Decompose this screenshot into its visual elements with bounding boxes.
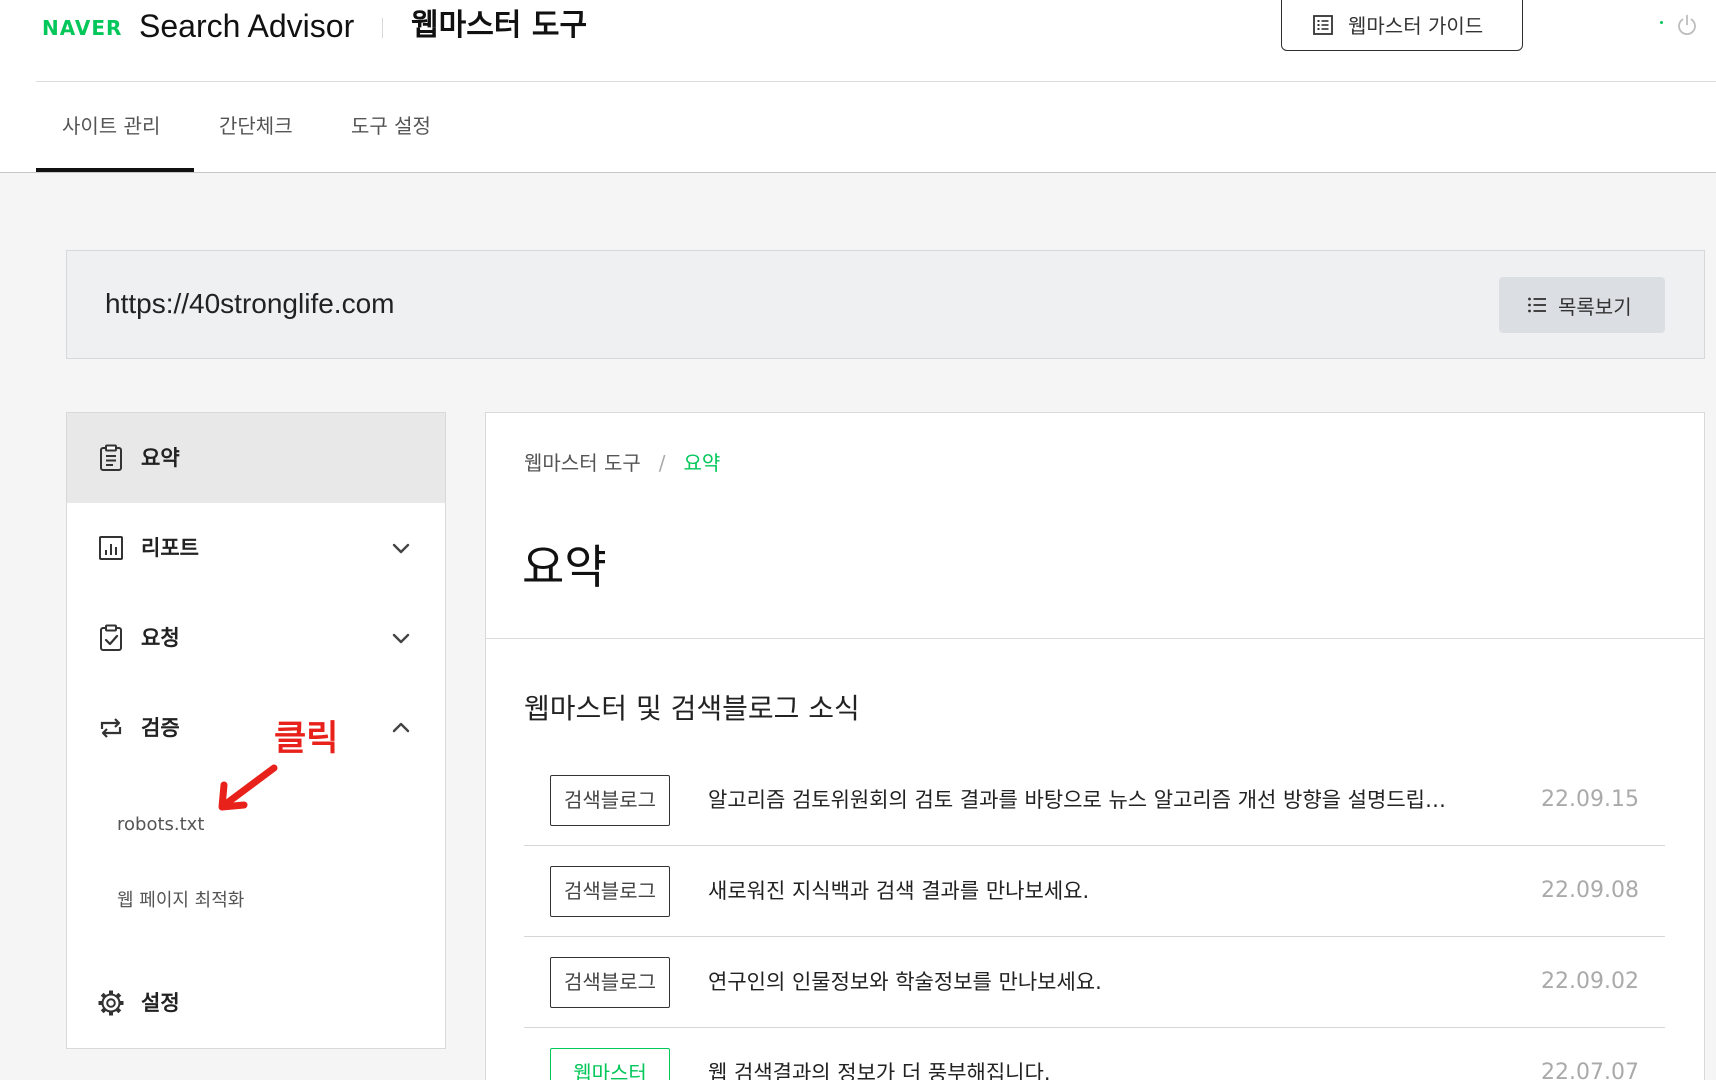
category-badge: 검색블로그 [550,957,670,1008]
sidebar-item-report[interactable]: 리포트 [67,503,445,593]
sidebar-item-request[interactable]: 요청 [67,593,445,683]
list-icon [1528,297,1546,313]
guide-book-icon [1313,14,1333,35]
site-url: https://40stronglife.com [105,288,395,319]
tab-quick-check[interactable]: 간단체크 [219,104,293,148]
sidebar-item-label: 요청 [141,626,180,650]
header-divider [382,18,383,38]
news-title[interactable]: 연구인의 인물정보와 학술정보를 만나보세요. [708,937,1508,1027]
breadcrumb-root[interactable]: 웹마스터 도구 [524,448,641,478]
category-badge: 검색블로그 [550,775,670,826]
news-title[interactable]: 웹 검색결과의 정보가 더 풍부해집니다. [708,1028,1508,1080]
chevron-up-icon[interactable] [387,714,415,742]
news-date: 22.07.07 [1541,1060,1639,1080]
tab-tool-settings[interactable]: 도구 설정 [351,104,431,148]
news-section-heading: 웹마스터 및 검색블로그 소식 [524,692,860,725]
site-url-bar: https://40stronglife.com 목록보기 [66,250,1705,359]
top-header: NAVER Search Advisor 웹마스터 도구 웹마스터 가이드 사이… [0,0,1716,172]
gear-icon [98,990,124,1016]
news-date: 22.09.02 [1541,969,1639,994]
app-title[interactable]: 웹마스터 도구 [411,6,587,46]
sidebar-subitem-robots-txt[interactable]: robots.txt [117,787,204,863]
news-date: 22.09.15 [1541,787,1639,812]
sidebar-subitem-page-optimization[interactable]: 웹 페이지 최적화 [117,863,244,939]
sidebar-item-summary[interactable]: 요약 [67,413,445,503]
tab-site-management[interactable]: 사이트 관리 [62,104,160,148]
news-row[interactable]: 웹마스터 웹 검색결과의 정보가 더 풍부해집니다. 22.07.07 [524,1028,1665,1080]
news-row[interactable]: 검색블로그 연구인의 인물정보와 학술정보를 만나보세요. 22.09.02 [524,937,1665,1028]
click-annotation-label: 클릭 [274,719,339,759]
power-icon[interactable] [1674,12,1700,38]
sidebar-item-label: 설정 [141,991,180,1015]
news-title[interactable]: 새로워진 지식백과 검색 결과를 만나보세요. [708,846,1508,936]
sidebar-item-settings[interactable]: 설정 [67,958,445,1048]
bar-chart-icon [99,536,123,560]
sidebar-item-label: 리포트 [141,536,199,560]
news-list: 검색블로그 알고리즘 검토위원회의 검토 결과를 바탕으로 뉴스 알고리즘 개선… [524,755,1665,1080]
tab-bar-divider [0,172,1716,173]
sidebar: 요약 리포트 요청 검증 robots.txt 웹 페이지 최적화 설정 [66,412,446,1049]
header-divider-line [36,81,1716,82]
breadcrumb: 웹마스터 도구 / 요약 [524,448,720,478]
news-row[interactable]: 검색블로그 알고리즘 검토위원회의 검토 결과를 바탕으로 뉴스 알고리즘 개선… [524,755,1665,846]
clipboard-icon [100,444,122,471]
sidebar-item-label: 검증 [141,716,180,740]
title-divider [486,638,1704,639]
main-content: 웹마스터 도구 / 요약 요약 웹마스터 및 검색블로그 소식 검색블로그 알고… [485,412,1705,1080]
news-title[interactable]: 알고리즘 검토위원회의 검토 결과를 바탕으로 뉴스 알고리즘 개선 방향을 설… [708,755,1508,845]
chevron-down-icon[interactable] [387,534,415,562]
red-arrow-icon [218,764,278,811]
webmaster-guide-button[interactable]: 웹마스터 가이드 [1281,0,1523,51]
chevron-down-icon[interactable] [387,624,415,652]
site-list-label: 목록보기 [1558,294,1632,319]
page-title: 요약 [522,540,607,594]
webmaster-guide-label: 웹마스터 가이드 [1348,14,1484,38]
repeat-icon [100,718,122,738]
brand-name[interactable]: Search Advisor [139,6,354,46]
status-dot [1660,21,1663,24]
category-badge: 웹마스터 [550,1048,670,1080]
sidebar-item-label: 요약 [141,446,180,470]
breadcrumb-current: 요약 [683,451,721,475]
news-row[interactable]: 검색블로그 새로워진 지식백과 검색 결과를 만나보세요. 22.09.08 [524,846,1665,937]
category-badge: 검색블로그 [550,866,670,917]
breadcrumb-separator: / [658,451,666,475]
news-date: 22.09.08 [1541,878,1639,903]
clipboard-check-icon [100,624,122,651]
site-list-button[interactable]: 목록보기 [1499,277,1665,333]
naver-logo[interactable]: NAVER [42,17,122,39]
